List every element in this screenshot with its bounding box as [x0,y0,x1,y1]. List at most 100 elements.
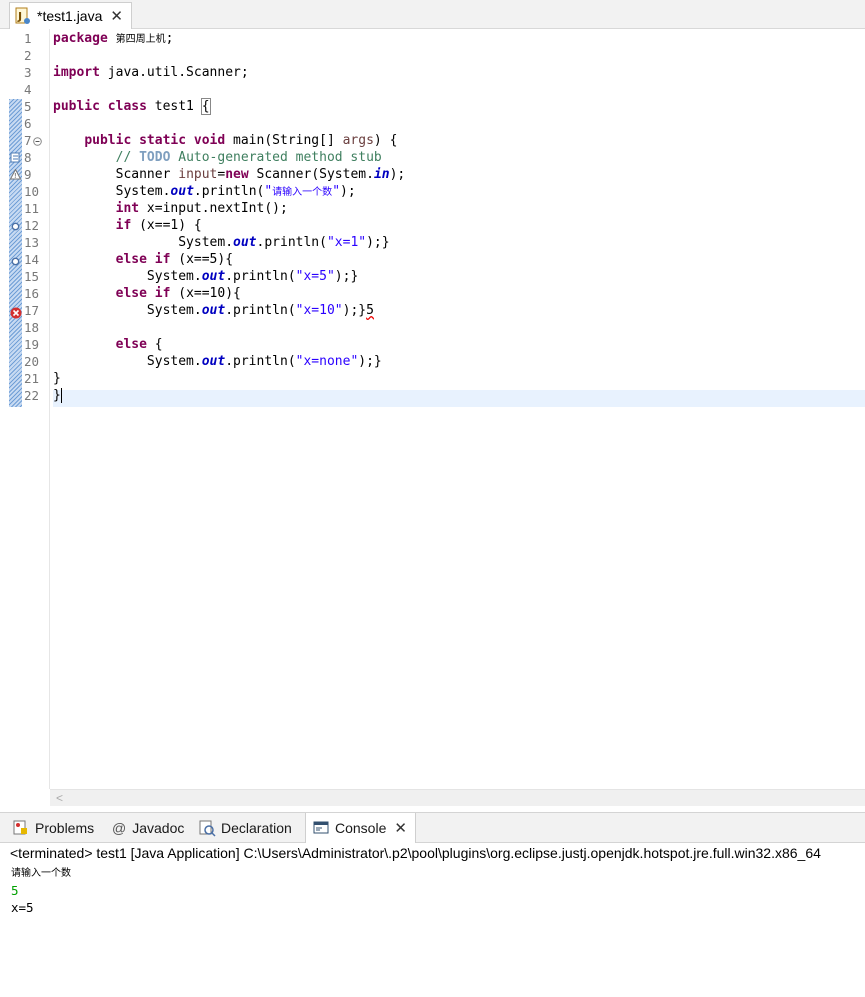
line-number: 19 [24,337,40,352]
code-token: System. [146,303,202,318]
code-line: int x=input.nextInt(); [53,200,288,217]
line-number: 16 [24,286,40,301]
code-token: Auto-generated method stub [170,150,382,165]
code-token: in [373,167,390,182]
code-token: { [200,98,211,115]
line-number: 3 [24,65,32,80]
code-token: // [115,150,140,165]
tab-label: Problems [35,820,95,836]
code-token: System. [146,354,202,369]
code-token: .println( [193,184,265,199]
code-token: ; [165,31,174,46]
svg-text:J: J [17,10,22,23]
console-output[interactable]: 请输入一个数 5 x=5 [0,865,865,997]
warning-icon: ! [10,169,21,180]
line-number: 14 [24,252,40,267]
code-token: .println( [225,303,296,318]
code-line: public static void main(String[] args) { [53,132,397,149]
code-token: x=input.nextInt(); [139,201,288,216]
code-line: import java.util.Scanner; [53,64,249,81]
current-line-highlight [53,390,865,407]
code-line: System.out.println("x=5");} [53,268,358,285]
scroll-left-icon[interactable]: < [56,790,63,806]
declaration-icon [198,819,216,837]
problems-icon [12,819,30,837]
code-token: out [201,354,226,369]
line-number: 1 [24,31,32,46]
syntax-error-token[interactable]: 5 [366,303,374,318]
javadoc-icon: @ [112,820,127,836]
code-text-area[interactable]: package 第四周上机; import java.util.Scanner;… [53,29,865,789]
editor-tab-title: *test1.java [37,8,103,24]
code-token: package [53,31,108,46]
line-number: 9 [24,167,32,182]
code-token: ); [389,167,406,182]
breakpoint-icon [11,257,20,266]
code-token: 第四周上机 [115,34,166,45]
code-token: (x==5){ [170,252,234,267]
code-token: "x=1" [326,235,367,250]
code-line: package 第四周上机; [53,30,173,47]
code-token: );} [342,303,367,318]
code-token: out [201,303,226,318]
code-token: java.util.Scanner; [99,65,249,80]
code-token: out [233,235,257,250]
line-number: 15 [24,269,40,284]
code-token: .println( [225,354,296,369]
editor-tab-bar: J *test1.java ✕ [0,0,865,29]
line-number: 6 [24,116,32,131]
code-token: " [332,184,341,199]
text-caret [60,388,62,403]
svg-text:!: ! [14,173,16,180]
code-line: else { [53,336,163,353]
code-line: else if (x==5){ [53,251,233,268]
code-token: );} [358,354,382,369]
tab-problems[interactable]: Problems [12,813,94,843]
code-token: );} [366,235,390,250]
code-token: import [53,65,100,80]
panel-tab-bar: Problems @ Javadoc Declaration Console ✕ [0,812,865,843]
close-icon[interactable]: ✕ [110,7,123,25]
error-icon[interactable] [10,307,22,319]
line-number: 17 [24,303,40,318]
tab-console[interactable]: Console ✕ [305,813,416,843]
line-number: 20 [24,354,40,369]
code-token: System. [146,269,202,284]
code-token: out [170,184,194,199]
code-line: System.out.println("x=10");}5 [53,302,374,319]
tab-declaration[interactable]: Declaration [198,813,292,843]
tab-label: Declaration [221,820,292,836]
collapse-icon[interactable] [32,137,42,146]
code-editor[interactable]: ! 1 2 3 4 5 6 7 8 9 10 11 12 13 14 15 16… [9,29,865,789]
close-icon[interactable]: ✕ [394,819,407,837]
code-line: } [53,387,62,404]
tab-javadoc[interactable]: @ Javadoc [112,813,184,843]
line-number-gutter: 1 2 3 4 5 6 7 8 9 10 11 12 13 14 15 16 1… [22,29,50,789]
code-token: ); [340,184,356,199]
horizontal-scrollbar[interactable]: < [50,789,865,806]
line-number: 21 [24,371,40,386]
code-token: new [225,167,249,182]
console-line: x=5 [11,900,34,915]
code-line: System.out.println("x=none");} [53,353,382,370]
line-number: 12 [24,218,40,233]
line-number: 5 [24,99,32,114]
editor-tab-test1[interactable]: J *test1.java ✕ [9,2,132,29]
code-token: .println( [256,235,327,250]
code-token: );} [334,269,359,284]
code-token: input [178,167,218,182]
code-token: TODO [139,150,171,165]
line-number: 22 [24,388,40,403]
change-ruler [9,29,22,789]
line-number: 11 [24,201,40,216]
java-file-icon: J [14,7,32,25]
code-token: 请输入一个数 [272,187,333,198]
console-status-line: <terminated> test1 [Java Application] C:… [10,845,821,861]
console-line: 请输入一个数 [11,868,71,879]
code-token: } [53,388,61,403]
change-marker [9,99,22,407]
line-number: 10 [24,184,40,199]
code-token: int [115,201,140,216]
line-number: 2 [24,48,32,63]
code-token: public static void [84,133,226,148]
